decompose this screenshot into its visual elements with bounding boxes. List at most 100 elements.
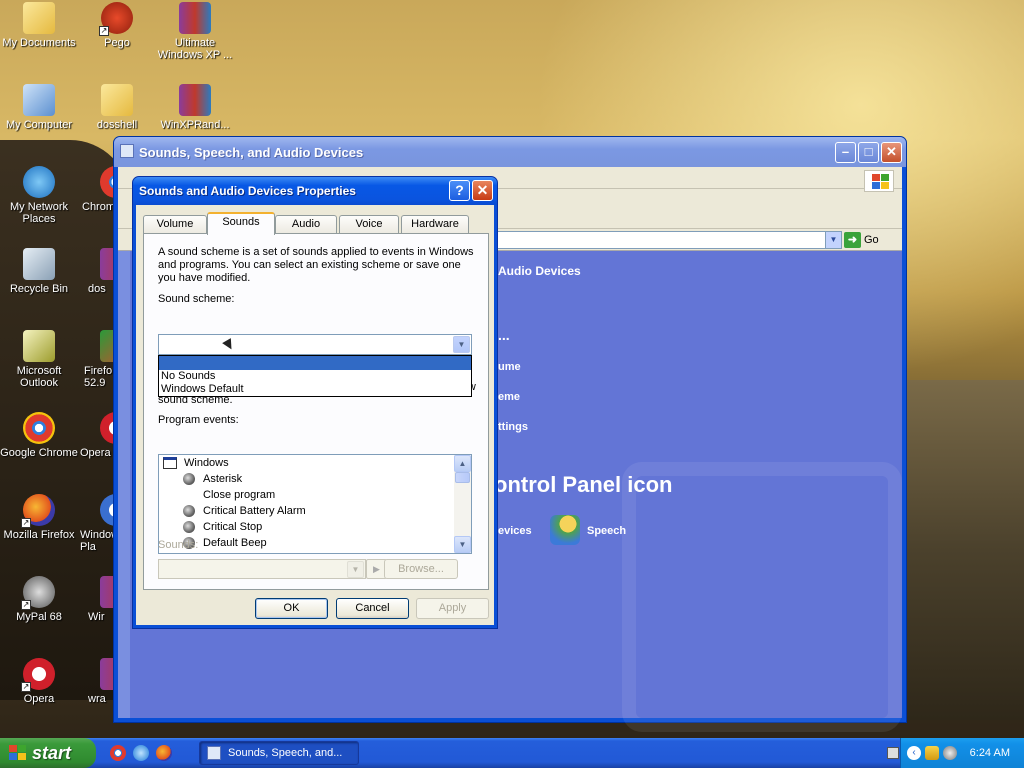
desktop-icon-ultimate-windows-xp[interactable]: Ultimate Windows XP ... bbox=[156, 2, 234, 61]
help-button[interactable]: ? bbox=[449, 180, 470, 201]
desktop-icon-label: My Documents bbox=[2, 37, 76, 49]
scroll-thumb[interactable] bbox=[455, 472, 470, 483]
desktop-icon-label: Chrom bbox=[82, 201, 116, 213]
speech-icon bbox=[550, 515, 580, 545]
tab-volume[interactable]: Volume bbox=[143, 215, 207, 234]
list-item[interactable]: Windows bbox=[159, 455, 471, 471]
desktop-icon-google-chrome[interactable]: Google Chrome bbox=[0, 412, 78, 459]
watermark-checkmark-icon bbox=[622, 462, 902, 732]
icon-link-sounds-devices[interactable]: evices bbox=[498, 525, 532, 537]
dialog-body: Volume Sounds Audio Voice Hardware A sou… bbox=[136, 205, 494, 625]
tab-audio[interactable]: Audio bbox=[275, 215, 337, 234]
chevron-down-icon[interactable]: ▼ bbox=[825, 231, 842, 249]
scheme-option-no-sounds[interactable]: No Sounds bbox=[159, 370, 471, 383]
desktop-icon-my-network-places[interactable]: My Network Places bbox=[0, 166, 78, 225]
desktop-icon-mypal-68[interactable]: ↗ MyPal 68 bbox=[0, 576, 78, 623]
browse-button[interactable]: Browse... bbox=[384, 559, 458, 579]
chevron-down-icon[interactable]: ▼ bbox=[453, 336, 470, 353]
quicklaunch-chrome-icon[interactable] bbox=[110, 745, 126, 761]
desktop-icon-firefox-52[interactable]: Firefo 52.9 bbox=[84, 330, 116, 389]
ok-button[interactable]: OK bbox=[255, 598, 328, 619]
icon-link-speech[interactable]: Speech bbox=[587, 525, 626, 537]
desktop-icon-opera-2[interactable]: Opera bbox=[80, 412, 116, 459]
folder-icon bbox=[101, 84, 133, 116]
desktop-icon-label: Opera bbox=[23, 693, 55, 705]
control-panel-titlebar[interactable]: Sounds, Speech, and Audio Devices – □ ✕ bbox=[114, 137, 906, 167]
tab-sounds[interactable]: Sounds bbox=[207, 212, 275, 235]
tab-hardware[interactable]: Hardware bbox=[401, 215, 469, 234]
desktop-icon-dosshell[interactable]: dosshell bbox=[78, 84, 156, 131]
dialog-close-button[interactable]: ✕ bbox=[472, 180, 493, 201]
speaker-icon bbox=[183, 521, 195, 533]
desktop-icon-label: dosshell bbox=[96, 119, 138, 131]
chevron-left-icon[interactable]: ‹ bbox=[907, 746, 921, 760]
scroll-up-icon[interactable]: ▲ bbox=[454, 455, 471, 472]
go-arrow-icon: ➜ bbox=[844, 232, 861, 248]
list-item[interactable]: Asterisk bbox=[159, 471, 471, 487]
minimize-button[interactable]: – bbox=[835, 142, 856, 163]
tab-voice[interactable]: Voice bbox=[339, 215, 399, 234]
taskbar: start Sounds, Speech, and... ‹ 6:24 AM bbox=[0, 738, 1024, 768]
scheme-option-windows-default[interactable]: Windows Default bbox=[159, 383, 471, 396]
system-tray: ‹ 6:24 AM bbox=[887, 738, 1024, 768]
list-item[interactable]: Close program bbox=[159, 487, 471, 503]
volume-icon[interactable] bbox=[943, 746, 957, 760]
desktop-icon-winxprand[interactable]: WinXPRand... bbox=[156, 84, 234, 131]
quicklaunch-firefox-icon[interactable] bbox=[156, 745, 172, 761]
close-button[interactable]: ✕ bbox=[881, 142, 902, 163]
task-link-2[interactable]: eme bbox=[498, 391, 520, 403]
task-pane bbox=[118, 251, 130, 718]
speaker-icon bbox=[183, 505, 195, 517]
desktop-icon-microsoft-outlook[interactable]: Microsoft Outlook bbox=[0, 330, 78, 389]
task-link-1[interactable]: ume bbox=[498, 361, 521, 373]
recycle-bin-icon bbox=[23, 248, 55, 280]
start-button[interactable]: start bbox=[0, 738, 96, 768]
program-events-label: Program events: bbox=[158, 414, 239, 426]
sound-scheme-select[interactable]: ▼ bbox=[158, 334, 472, 355]
control-panel-icon bbox=[207, 746, 221, 760]
scheme-option-blank[interactable] bbox=[159, 356, 471, 370]
security-shield-icon[interactable] bbox=[925, 746, 939, 760]
opera-icon: ↗ bbox=[21, 658, 55, 692]
window-icon bbox=[163, 457, 177, 469]
list-item[interactable]: Critical Stop bbox=[159, 519, 471, 535]
pego-icon: ↗ bbox=[99, 2, 133, 36]
sound-properties-dialog[interactable]: Sounds and Audio Devices Properties ? ✕ … bbox=[132, 176, 498, 629]
desktop-icon-label: Pego bbox=[104, 37, 130, 49]
maximize-button[interactable]: □ bbox=[858, 142, 879, 163]
desktop-icon-label: Opera bbox=[80, 447, 111, 459]
desktop-icon-windows-player[interactable]: Window Pla bbox=[80, 494, 116, 553]
desktop-icon-label: Ultimate Windows XP ... bbox=[157, 37, 233, 61]
chrome-icon bbox=[23, 412, 55, 444]
desktop-icon-my-computer[interactable]: My Computer bbox=[0, 84, 78, 131]
sound-scheme-dropdown-list[interactable]: No Sounds Windows Default bbox=[158, 355, 472, 397]
apply-button[interactable]: Apply bbox=[416, 598, 489, 619]
desktop-icon-pego[interactable]: ↗ Pego bbox=[78, 2, 156, 49]
desktop-icon-label: wra bbox=[88, 693, 106, 705]
quicklaunch-ie-icon[interactable] bbox=[133, 745, 149, 761]
cancel-button[interactable]: Cancel bbox=[336, 598, 409, 619]
desktop-icon-my-documents[interactable]: My Documents bbox=[0, 2, 78, 49]
desktop-icon-label: My Computer bbox=[5, 119, 73, 131]
list-item[interactable]: Critical Battery Alarm bbox=[159, 503, 471, 519]
desktop-icon-dos[interactable]: dos bbox=[88, 248, 116, 295]
desktop-icon-opera[interactable]: ↗ Opera bbox=[0, 658, 78, 705]
desktop-icon-recycle-bin[interactable]: Recycle Bin bbox=[0, 248, 78, 295]
windows-flag-icon bbox=[9, 745, 27, 761]
windows-logo-icon bbox=[864, 170, 894, 192]
desktop-icon-wra[interactable]: wra bbox=[88, 658, 116, 705]
desktop-icon-mozilla-firefox[interactable]: ↗ Mozilla Firefox bbox=[0, 494, 78, 541]
desktop-icon-wir[interactable]: Wir bbox=[88, 576, 116, 623]
go-button[interactable]: ➜ Go bbox=[844, 232, 894, 248]
task-link-3[interactable]: ttings bbox=[498, 421, 528, 433]
desktop-icon-label: Firefo 52.9 bbox=[84, 365, 113, 389]
dialog-titlebar[interactable]: Sounds and Audio Devices Properties ? ✕ bbox=[133, 177, 497, 205]
sounds-select[interactable]: ▼ bbox=[158, 559, 366, 579]
desktop-icon-chrome[interactable]: Chrom bbox=[82, 166, 116, 213]
keyboard-icon[interactable] bbox=[887, 747, 899, 759]
archive-icon bbox=[179, 2, 211, 34]
desktop-icon-label: Microsoft Outlook bbox=[16, 365, 62, 389]
taskbar-button-sounds[interactable]: Sounds, Speech, and... bbox=[199, 741, 359, 765]
control-panel-title: Sounds, Speech, and Audio Devices bbox=[139, 145, 364, 160]
clock[interactable]: 6:24 AM bbox=[970, 738, 1010, 768]
